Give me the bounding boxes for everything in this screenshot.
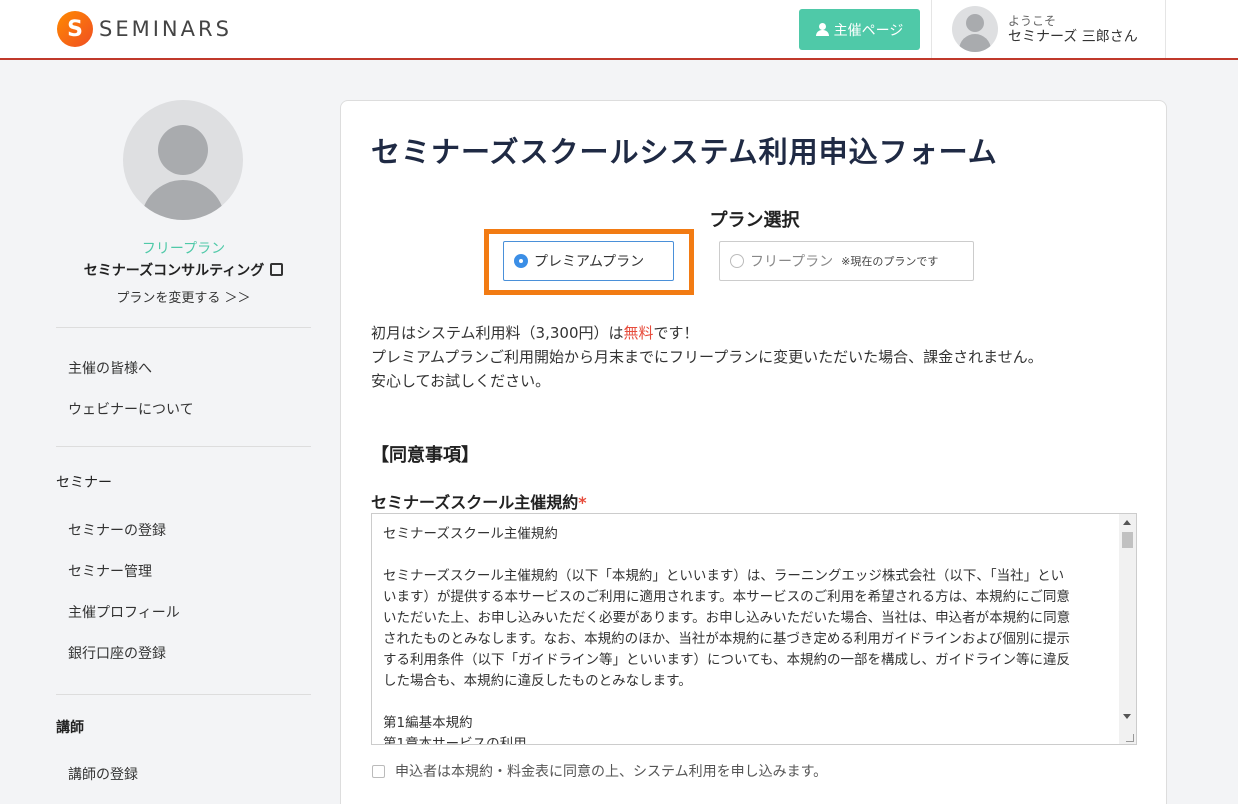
scroll-down-icon[interactable]: [1123, 714, 1131, 719]
terms-line: されたものとみなします。なお、本規約のほか、当社が本規約に基づき定める利用ガイド…: [383, 631, 1070, 647]
intro-line-3: 安心してお試しください。: [371, 372, 551, 390]
terms-line: いただいた上、お申し込みいただく必要があります。お申し込みいただいた場合、当社は…: [383, 610, 1071, 626]
terms-line: セミナーズスクール主催規約（以下「本規約」といいます）は、ラーニングエッジ株式会…: [383, 568, 1065, 584]
agree-checkbox[interactable]: [372, 764, 385, 778]
profile-avatar: [123, 100, 243, 220]
avatar: [952, 6, 998, 52]
application-form-card: セミナーズスクールシステム利用申込フォーム プラン選択 プレミアムプラン フリー…: [340, 100, 1167, 804]
intro-line-2: プレミアムプランご利用開始から月末までにフリープランに変更いただいた場合、課金さ…: [371, 348, 1043, 366]
user-menu[interactable]: ようこそ セミナーズ 三郎さん: [931, 0, 1166, 58]
terms-textarea[interactable]: セミナーズスクール主催規約セミナーズスクール主催規約（以下「本規約」といいます）…: [371, 513, 1137, 745]
plan-select-label: プラン選択: [709, 210, 800, 231]
terms-line: 第1編基本規約: [383, 715, 473, 731]
sidebar-item-seminar-register[interactable]: セミナーの登録: [68, 520, 166, 540]
terms-label-text: セミナーズスクール主催規約: [371, 493, 579, 512]
change-plan-link[interactable]: プランを変更する ＞＞: [56, 287, 311, 306]
sidebar-item-host-profile[interactable]: 主催プロフィール: [68, 602, 180, 622]
sidebar-item-for-hosts[interactable]: 主催の皆様へ: [68, 358, 152, 378]
edit-icon[interactable]: [270, 263, 284, 276]
sidebar-item-bank-account[interactable]: 銀行口座の登録: [68, 643, 166, 663]
company-name: セミナーズコンサルティング: [56, 260, 311, 280]
sidebar-item-webinar[interactable]: ウェビナーについて: [68, 399, 194, 419]
seminars-logo[interactable]: S SEMINARS: [57, 10, 232, 48]
free-plan-radio[interactable]: [730, 254, 744, 268]
free-text: 無料: [623, 324, 654, 342]
username: セミナーズ 三郎さん: [1008, 29, 1138, 45]
current-plan-label: フリープラン: [141, 241, 226, 257]
logo-text: SEMINARS: [99, 17, 232, 41]
terms-line: する利用条件（以下「ガイドライン等」といいます）についても、本規約の一部を構成し…: [383, 652, 1071, 668]
sidebar-item-lecturer-register[interactable]: 講師の登録: [68, 764, 138, 784]
top-header: S SEMINARS 主催ページ ようこそ セミナーズ 三郎さん: [0, 0, 1238, 60]
terms-line: います）が提供する本サービスのご利用に適用されます。本サービスのご利用を希望され…: [383, 589, 1070, 605]
divider: [56, 446, 311, 447]
free-plan-label: フリープラン: [750, 254, 834, 270]
resize-handle-icon[interactable]: [1126, 734, 1134, 742]
required-mark: *: [578, 493, 587, 512]
scroll-thumb[interactable]: [1122, 532, 1133, 548]
host-page-button-label: 主催ページ: [833, 22, 904, 39]
intro-suffix: です！: [653, 324, 699, 342]
agree-checkbox-row[interactable]: 申込者は本規約・料金表に同意の上、システム利用を申し込みます。: [372, 761, 827, 781]
terms-line: した場合も、本規約に違反したものとみなします。: [383, 673, 692, 689]
divider: [56, 327, 311, 328]
premium-plan-option[interactable]: プレミアムプラン: [503, 241, 674, 281]
terms-label: セミナーズスクール主催規約*: [371, 489, 587, 513]
company-name-text: セミナーズコンサルティング: [83, 263, 265, 279]
sidebar-section-seminar: セミナー: [56, 475, 112, 491]
intro-line-1: 初月はシステム利用料（3,300円）は無料です！: [371, 321, 1043, 345]
host-page-button[interactable]: 主催ページ: [799, 9, 920, 50]
agree-checkbox-label: 申込者は本規約・料金表に同意の上、システム利用を申し込みます。: [395, 764, 828, 780]
person-icon: [815, 23, 829, 36]
free-plan-option[interactable]: フリープラン ※現在のプランです: [719, 241, 974, 281]
sidebar-section-lecturer: 講師: [56, 720, 84, 736]
divider: [56, 694, 311, 695]
premium-plan-label: プレミアムプラン: [534, 254, 645, 270]
terms-content: セミナーズスクール主催規約セミナーズスクール主催規約（以下「本規約」といいます）…: [383, 524, 1111, 745]
sidebar-item-seminar-manage[interactable]: セミナー管理: [68, 561, 152, 581]
page-title: セミナーズスクールシステム利用申込フォーム: [371, 135, 998, 169]
terms-line: 第1章本サービスの利用: [383, 736, 527, 745]
terms-line: [383, 692, 1111, 713]
scroll-up-icon[interactable]: [1123, 520, 1131, 525]
terms-line: [383, 545, 1111, 566]
terms-scrollbar[interactable]: [1119, 514, 1136, 744]
logo-mark: S: [57, 11, 93, 47]
premium-plan-radio[interactable]: [514, 254, 528, 268]
terms-line: セミナーズスクール主催規約: [383, 526, 558, 542]
agreement-heading: 【同意事項】: [371, 445, 479, 466]
current-plan-note: ※現在のプランです: [841, 255, 939, 268]
intro-prefix: 初月はシステム利用料（3,300円）は: [371, 324, 624, 342]
intro-text: 初月はシステム利用料（3,300円）は無料です！ プレミアムプランご利用開始から…: [371, 321, 1043, 393]
